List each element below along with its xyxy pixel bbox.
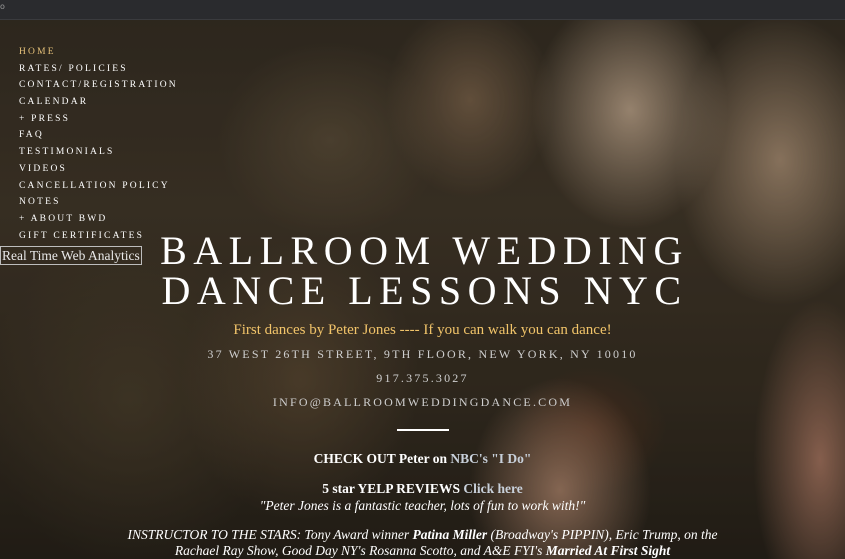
nav-item-testimonials[interactable]: TESTIMONIALS <box>19 144 178 161</box>
nav-item-home[interactable]: HOME <box>19 44 178 61</box>
nav-item-calendar[interactable]: CALENDAR <box>19 94 178 111</box>
testimonial-quote: "Peter Jones is a fantastic teacher, lot… <box>259 498 586 513</box>
stars-pippin-text: (Broadway's PIPPIN), Eric Trump, on the <box>487 527 718 542</box>
nav-item-cancellation-policy[interactable]: CANCELLATION POLICY <box>19 178 178 195</box>
studio-address: 37 WEST 26TH STREET, 9TH FLOOR, NEW YORK… <box>207 347 638 361</box>
instructor-to-stars-line-2: Rachael Ray Show, Good Day NY's Rosanna … <box>0 543 845 559</box>
nbc-feature-text: CHECK OUT Peter on <box>313 451 451 466</box>
main-navigation: HOME RATES/ POLICIES CONTACT/REGISTRATIO… <box>19 44 178 244</box>
stars-intro-text: INSTRUCTOR TO THE STARS: Tony Award winn… <box>127 527 413 542</box>
nav-item-about-bwd[interactable]: + ABOUT BWD <box>19 211 178 228</box>
hero-background-photo: HOME RATES/ POLICIES CONTACT/REGISTRATIO… <box>0 20 845 559</box>
nbc-feature-line: CHECK OUT Peter on NBC's "I Do" <box>0 451 845 467</box>
nav-item-contact-registration[interactable]: CONTACT/REGISTRATION <box>19 77 178 94</box>
phone-number: 917.375.3027 <box>376 371 469 385</box>
stars-name-patina-miller: Patina Miller <box>412 527 488 542</box>
nbc-i-do-link[interactable]: NBC's "I Do" <box>450 451 531 466</box>
instructor-to-stars-line-1: INSTRUCTOR TO THE STARS: Tony Award winn… <box>0 527 845 543</box>
yelp-click-here-link[interactable]: Click here <box>463 481 522 496</box>
tagline: First dances by Peter Jones ---- If you … <box>233 322 612 338</box>
email-link[interactable]: INFO@BALLROOMWEDDINGDANCE.COM <box>0 395 845 410</box>
nav-item-press[interactable]: + PRESS <box>19 111 178 128</box>
browser-top-bar: o <box>0 0 845 20</box>
nav-item-gift-certificates[interactable]: GIFT CERTIFICATES <box>19 228 178 245</box>
stars-shows-text: Rachael Ray Show, Good Day NY's Rosanna … <box>174 543 546 558</box>
yelp-reviews-text: 5 star YELP REVIEWS <box>322 481 464 496</box>
nav-item-faq[interactable]: FAQ <box>19 127 178 144</box>
top-bar-corner-text: o <box>0 2 5 11</box>
nav-item-notes[interactable]: NOTES <box>19 194 178 211</box>
section-divider <box>397 429 449 431</box>
site-title-line-2: DANCE LESSONS NYC <box>161 268 688 313</box>
nav-item-videos[interactable]: VIDEOS <box>19 161 178 178</box>
analytics-badge-link[interactable]: Real Time Web Analytics <box>0 246 142 265</box>
stars-married-at-first-sight: Married At First Sight <box>545 543 671 558</box>
nav-item-rates-policies[interactable]: RATES/ POLICIES <box>19 61 178 78</box>
yelp-reviews-line: 5 star YELP REVIEWS Click here <box>0 481 845 497</box>
